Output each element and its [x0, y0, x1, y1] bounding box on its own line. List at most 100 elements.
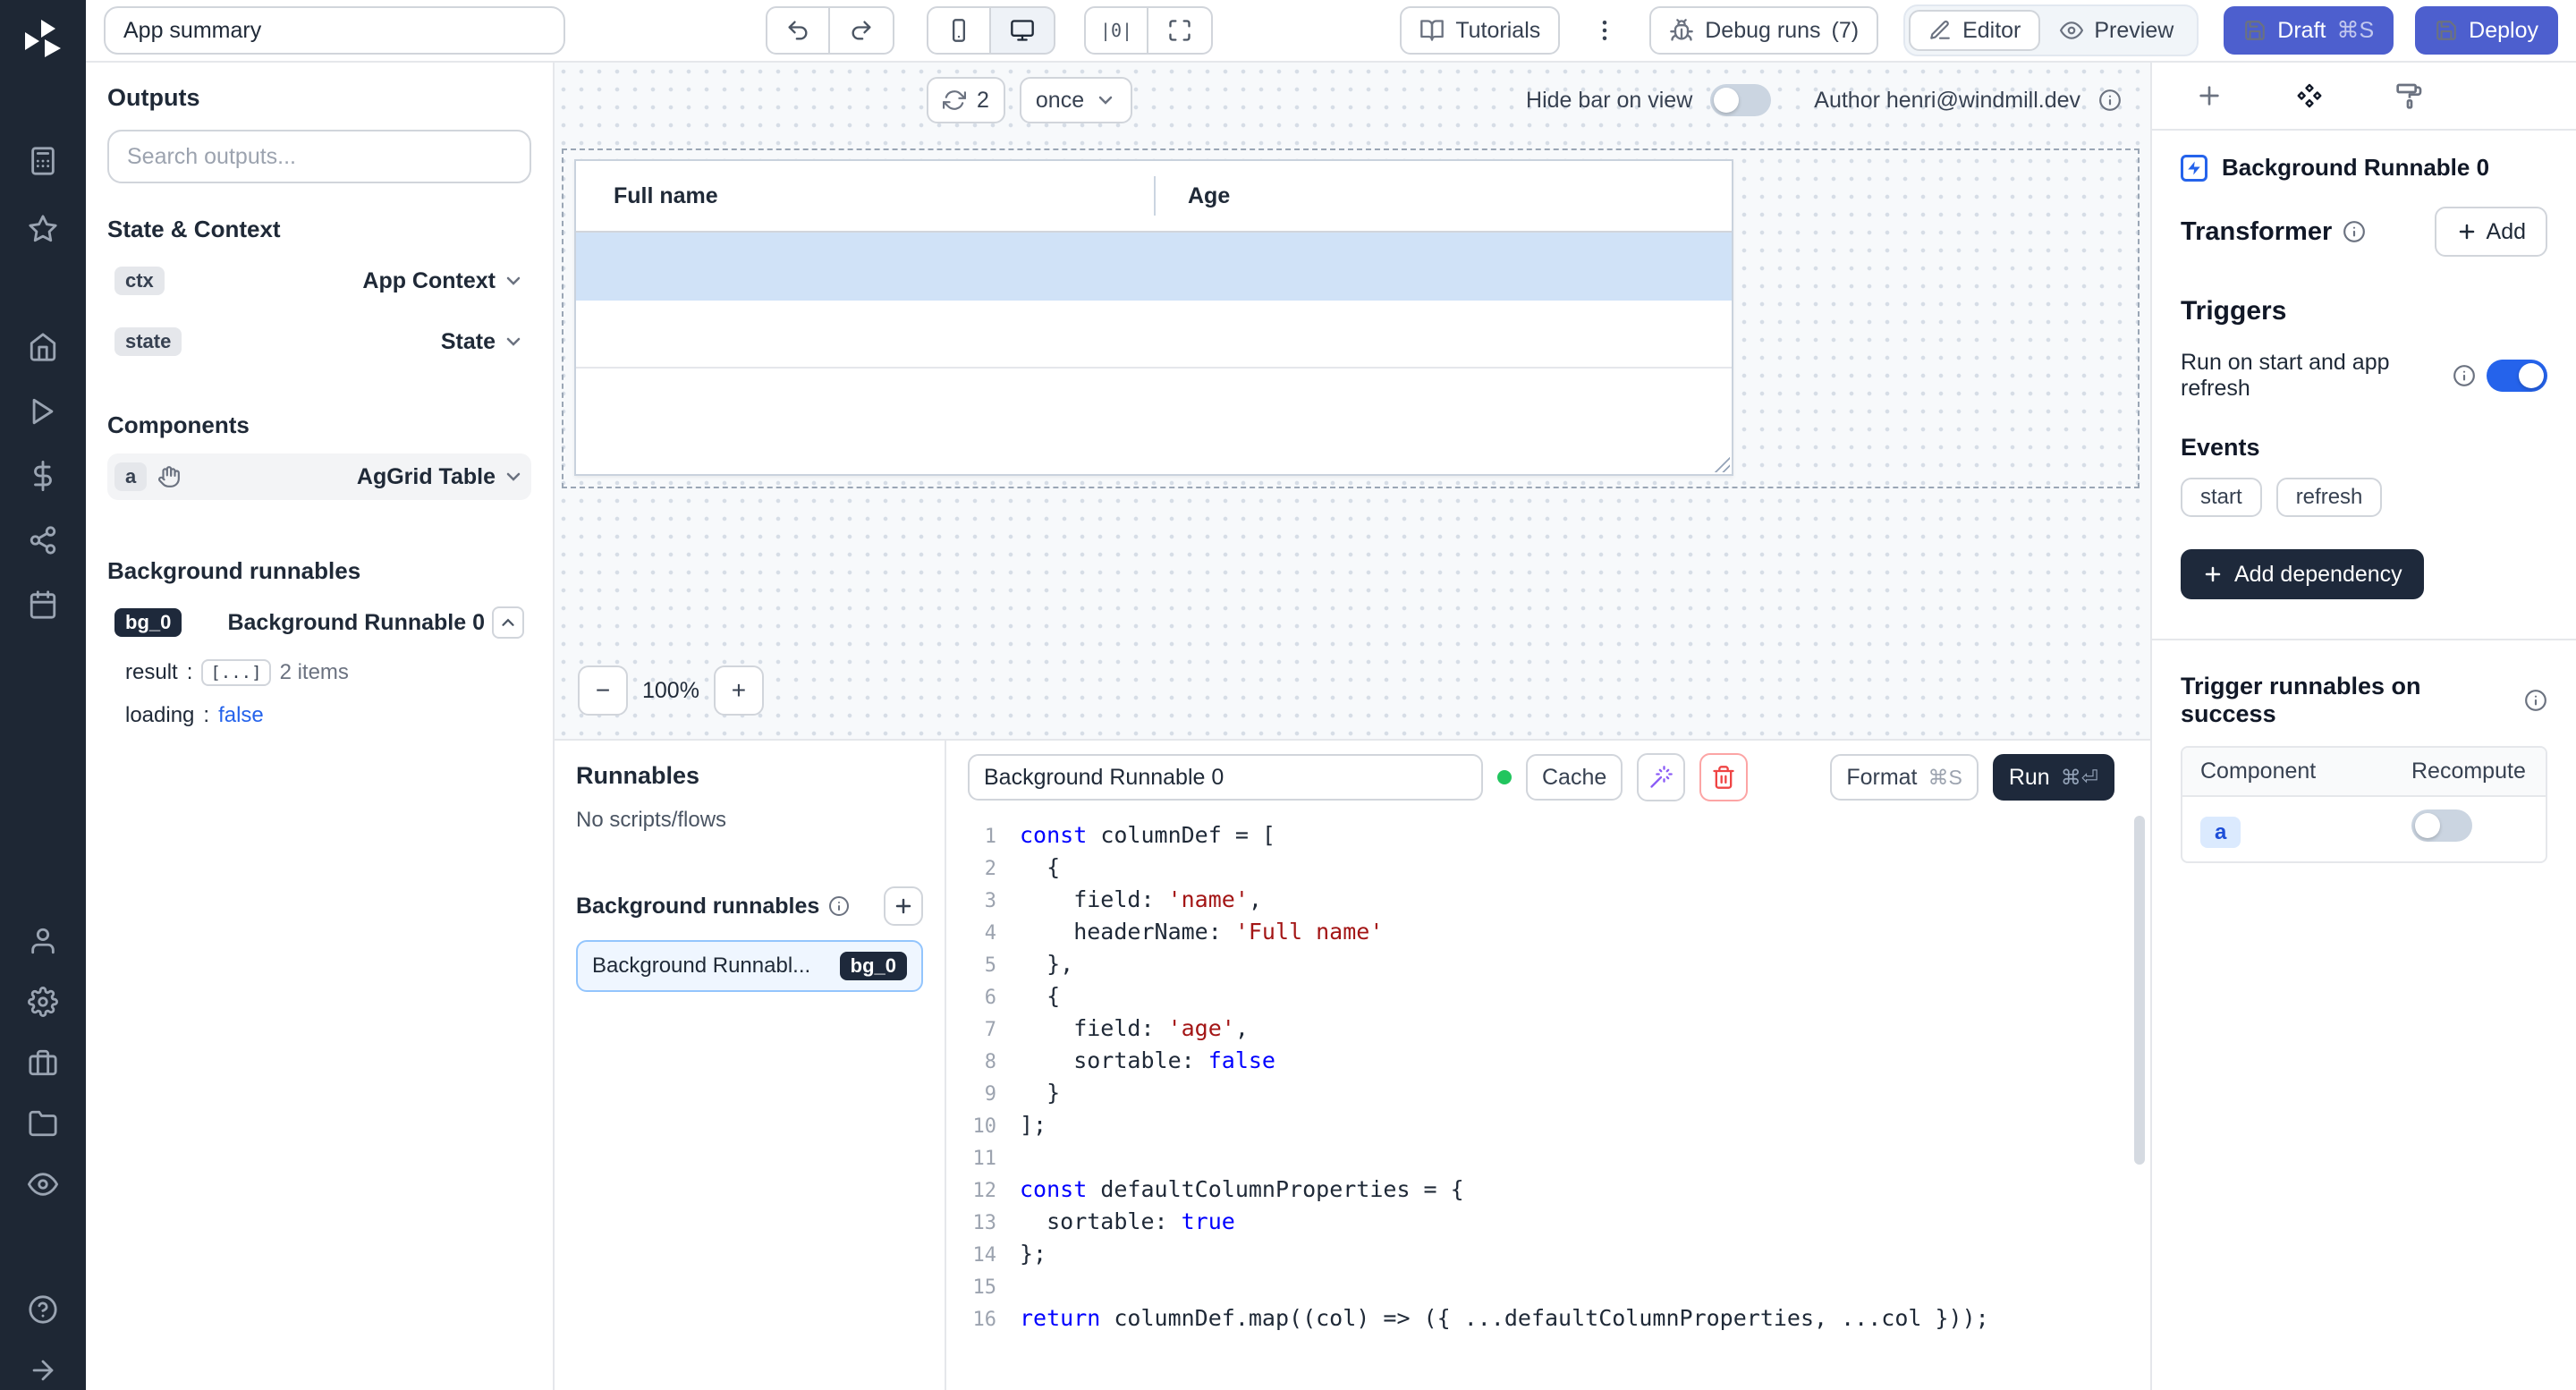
windmill-logo[interactable]	[0, 14, 86, 64]
bg0-label: Background Runnable 0	[227, 610, 485, 636]
delete-runnable-button[interactable]	[1699, 753, 1748, 801]
chevron-down-icon[interactable]	[503, 270, 524, 292]
component-settings-tab[interactable]	[2295, 81, 2324, 110]
refresh-icon	[943, 89, 966, 112]
chevron-down-icon	[1095, 89, 1116, 111]
favorites-icon[interactable]	[0, 204, 86, 254]
app-summary-input[interactable]	[104, 6, 565, 55]
centered-layout-button[interactable]: |0|	[1084, 6, 1148, 55]
run-shortcut: ⌘⏎	[2061, 766, 2098, 790]
code-lines: 1const columnDef = [2 {3 field: 'name',4…	[964, 819, 2150, 1335]
more-menu-button[interactable]	[1585, 6, 1624, 55]
account-icon[interactable]	[0, 916, 86, 966]
info-icon[interactable]	[2098, 89, 2122, 112]
recompute-toggle[interactable]	[2411, 809, 2472, 842]
layout-toggle-group: |0|	[1084, 6, 1213, 55]
table-row-selected[interactable]	[576, 233, 1732, 301]
component-a-badge: a	[114, 462, 147, 491]
zoom-level: 100%	[642, 678, 699, 704]
cache-button[interactable]: Cache	[1526, 754, 1623, 801]
preview-mode-button[interactable]: Preview	[2040, 10, 2193, 51]
mobile-view-button[interactable]	[927, 6, 991, 55]
ai-wand-button[interactable]	[1637, 753, 1685, 801]
debug-runs-count: (7)	[1832, 18, 1860, 44]
trigger-success-heading: Trigger runnables on success	[2181, 673, 2513, 728]
outputs-panel: Outputs State & Context ctx App Context …	[86, 63, 555, 1390]
undo-button[interactable]	[766, 6, 830, 55]
hide-bar-toggle[interactable]	[1710, 84, 1771, 116]
draft-label: Draft	[2277, 18, 2326, 44]
inspector-title: Background Runnable 0	[2222, 154, 2489, 182]
apps-icon[interactable]	[0, 136, 86, 186]
result-row[interactable]: result : [...] 2 items	[107, 657, 531, 689]
editor-mode-button[interactable]: Editor	[1909, 10, 2040, 51]
zoom-control: − 100% +	[578, 665, 764, 716]
info-icon[interactable]	[2524, 689, 2547, 712]
column-header-full-name[interactable]: Full name	[576, 183, 1154, 209]
column-header-age[interactable]: Age	[1156, 183, 1230, 209]
info-icon[interactable]	[2343, 220, 2366, 243]
schedules-icon[interactable]	[0, 580, 86, 630]
refresh-app-button[interactable]: 2	[927, 77, 1005, 123]
resources-icon[interactable]	[0, 515, 86, 565]
debug-runs-button[interactable]: Debug runs (7)	[1649, 6, 1878, 55]
background-runnables-heading: Background runnables	[107, 557, 531, 585]
component-a-badge: a	[2200, 817, 2241, 848]
runnable-name-input[interactable]	[968, 754, 1483, 801]
add-transformer-button[interactable]: Add	[2435, 207, 2547, 257]
runnable-list-item-bg0[interactable]: Background Runnabl... bg_0	[576, 940, 923, 992]
refresh-interval-select[interactable]: once	[1020, 77, 1132, 123]
tutorials-button[interactable]: Tutorials	[1400, 6, 1560, 55]
expand-json-button[interactable]: [...]	[201, 659, 270, 686]
chevron-up-icon[interactable]	[492, 606, 524, 639]
run-on-start-toggle[interactable]	[2487, 360, 2547, 392]
code-editor[interactable]: 1const columnDef = [2 {3 field: 'name',4…	[946, 812, 2150, 1390]
info-icon[interactable]	[828, 895, 850, 917]
output-row-bg0[interactable]: bg_0 Background Runnable 0	[107, 599, 531, 646]
resize-handle[interactable]	[1712, 454, 1730, 472]
zoom-out-button[interactable]: −	[578, 665, 628, 716]
table-row[interactable]	[576, 301, 1732, 369]
theme-tab[interactable]	[2395, 81, 2424, 110]
draft-shortcut: ⌘S	[2336, 17, 2374, 44]
home-icon[interactable]	[0, 322, 86, 372]
variables-icon[interactable]	[0, 451, 86, 501]
column-header-recompute: Recompute	[2394, 748, 2546, 795]
help-icon[interactable]	[0, 1284, 86, 1335]
add-dependency-button[interactable]: Add dependency	[2181, 549, 2424, 599]
aggrid-table-component[interactable]: Full name Age	[574, 159, 1733, 476]
desktop-view-button[interactable]	[991, 6, 1055, 55]
folders-icon[interactable]	[0, 1098, 86, 1148]
editor-mode-label: Editor	[1962, 18, 2021, 44]
draft-button[interactable]: Draft ⌘S	[2224, 6, 2394, 55]
output-row-state[interactable]: state State	[107, 318, 531, 365]
settings-icon[interactable]	[0, 977, 86, 1027]
run-button[interactable]: Run ⌘⏎	[1993, 754, 2114, 801]
info-icon[interactable]	[2453, 364, 2476, 387]
hand-pointer-icon	[157, 465, 181, 488]
output-row-component-a[interactable]: a AgGrid Table	[107, 453, 531, 500]
search-outputs-input[interactable]	[107, 130, 531, 183]
outputs-title: Outputs	[107, 84, 531, 112]
table-row: a	[2182, 797, 2546, 861]
collapse-sidebar-icon[interactable]	[0, 1345, 86, 1390]
workers-icon[interactable]	[0, 1038, 86, 1088]
editor-scrollbar[interactable]	[2134, 816, 2145, 1165]
eye-icon	[2060, 19, 2083, 42]
pencil-icon	[1928, 19, 1952, 42]
result-value: 2 items	[280, 660, 349, 685]
deploy-button[interactable]: Deploy	[2415, 6, 2558, 55]
zoom-in-button[interactable]: +	[714, 665, 764, 716]
runs-icon[interactable]	[0, 386, 86, 436]
redo-button[interactable]	[830, 6, 894, 55]
format-shortcut: ⌘S	[1928, 766, 1962, 790]
fullscreen-button[interactable]	[1148, 6, 1213, 55]
chevron-down-icon[interactable]	[503, 331, 524, 352]
app-canvas[interactable]: 2 once Hide bar on view Author henri@win…	[555, 63, 2150, 739]
chevron-down-icon[interactable]	[503, 466, 524, 487]
format-button[interactable]: Format ⌘S	[1830, 754, 1979, 801]
add-background-runnable-button[interactable]	[884, 886, 923, 926]
output-row-ctx[interactable]: ctx App Context	[107, 258, 531, 304]
audit-logs-icon[interactable]	[0, 1159, 86, 1209]
insert-component-tab[interactable]	[2195, 81, 2224, 110]
